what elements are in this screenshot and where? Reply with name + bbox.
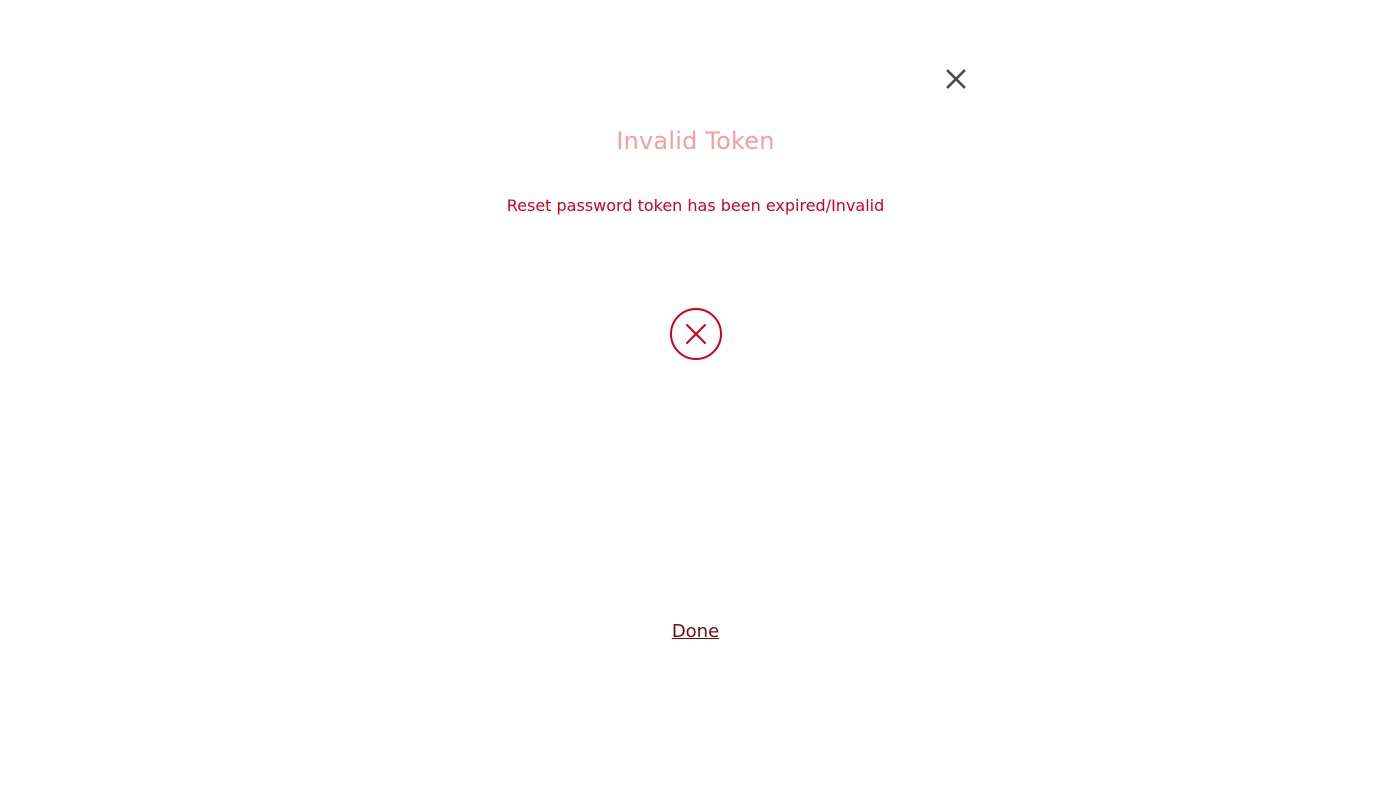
done-link[interactable]: Done [672, 621, 719, 642]
close-icon [946, 69, 966, 89]
error-message: Reset password token has been expired/In… [506, 196, 885, 215]
close-button[interactable] [940, 63, 972, 95]
done-link-container: Done [0, 620, 1381, 644]
error-circle-x-icon [670, 308, 722, 360]
invalid-token-dialog: Invalid Token Reset password token has b… [0, 0, 1381, 795]
dialog-title: Invalid Token [616, 127, 775, 155]
